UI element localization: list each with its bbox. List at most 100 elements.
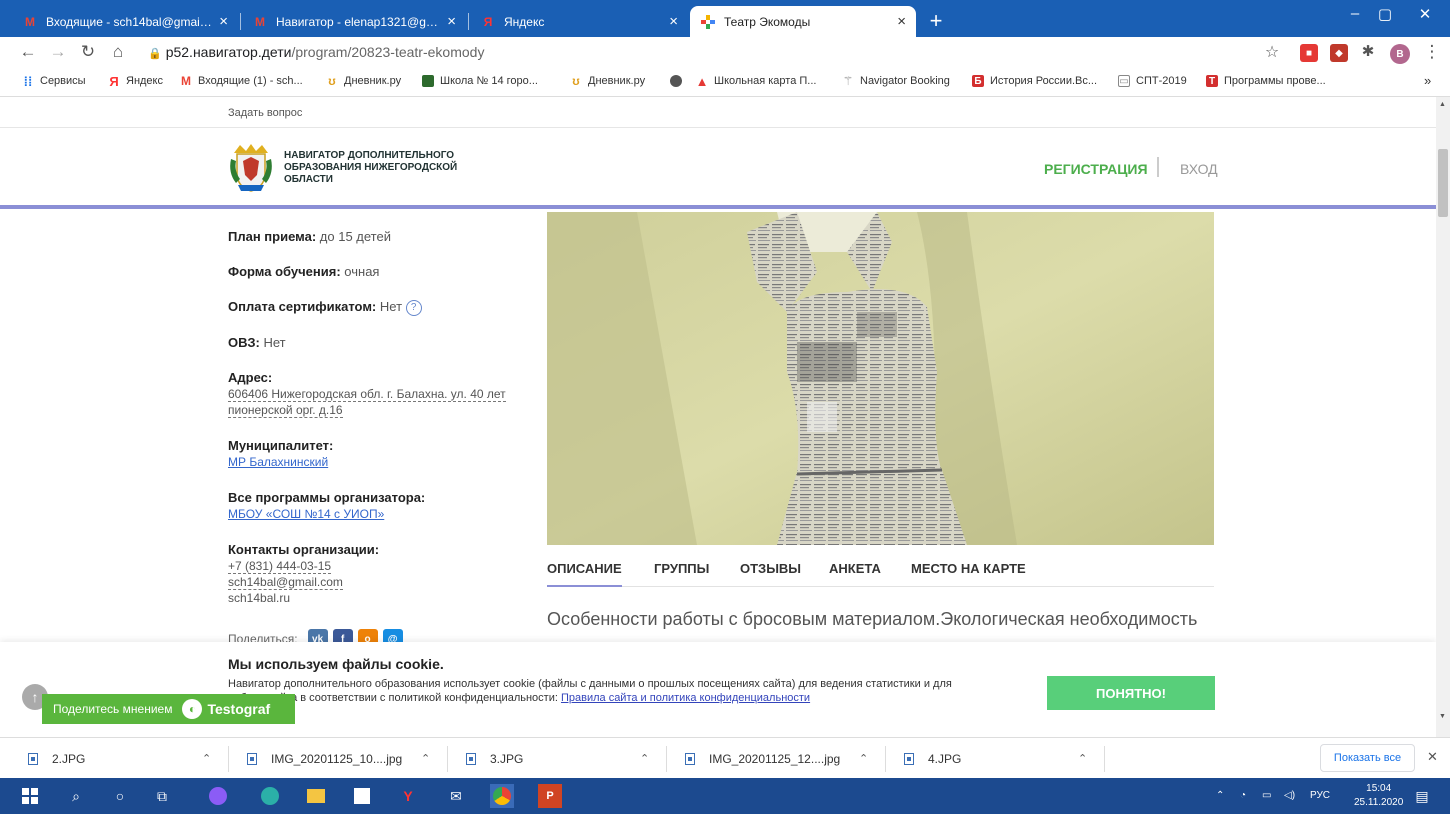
network-icon[interactable]: ◔ bbox=[1240, 790, 1246, 801]
region-emblem-logo[interactable] bbox=[228, 143, 274, 193]
website-text[interactable]: sch14bal.ru bbox=[228, 591, 290, 605]
yandex-browser-icon[interactable]: Y bbox=[396, 784, 420, 808]
ask-question-link[interactable]: Задать вопрос bbox=[228, 107, 302, 119]
chevron-up-icon[interactable]: ⌃ bbox=[859, 752, 868, 765]
bookmark-dnevnik-1[interactable]: ʊ Дневник.ру bbox=[326, 74, 401, 88]
download-item[interactable]: IMG_20201125_10....jpg ⌃ bbox=[247, 738, 430, 779]
program-photo bbox=[547, 212, 1214, 545]
scrollbar-thumb[interactable] bbox=[1438, 149, 1448, 217]
bookmark-history-russia[interactable]: Б История России.Вс... bbox=[972, 75, 1097, 87]
minimize-icon[interactable]: – bbox=[1340, 5, 1370, 22]
tab-teatr-ekomody[interactable]: Театр Экомоды × bbox=[690, 6, 916, 37]
scroll-up-arrow-icon[interactable]: ▲ bbox=[1439, 101, 1446, 108]
mail-icon[interactable]: ✉ bbox=[444, 784, 468, 808]
bookmark-navigator-booking[interactable]: ⚚ Navigator Booking bbox=[842, 74, 950, 88]
lock-icon: 🔒 bbox=[148, 48, 162, 60]
powerpoint-icon[interactable]: P bbox=[538, 784, 562, 808]
download-item[interactable]: 4.JPG ⌃ bbox=[904, 738, 1087, 779]
bookmark-spt-2019[interactable]: ▭ СПТ-2019 bbox=[1118, 75, 1187, 87]
bookmark-school-map[interactable]: ▲ Школьная карта П... bbox=[696, 74, 817, 89]
edge-icon[interactable] bbox=[258, 784, 282, 808]
gmail-icon: M bbox=[255, 14, 265, 29]
tray-expand-icon[interactable]: ⌃ bbox=[1216, 790, 1224, 801]
download-item[interactable]: IMG_20201125_12....jpg ⌃ bbox=[685, 738, 868, 779]
email-link[interactable]: sch14bal@gmail.com bbox=[228, 575, 343, 590]
privacy-policy-link[interactable]: Правила сайта и политика конфиденциально… bbox=[561, 692, 810, 704]
maximize-icon[interactable]: ▢ bbox=[1370, 5, 1400, 23]
download-item[interactable]: 3.JPG ⌃ bbox=[466, 738, 649, 779]
chevron-up-icon[interactable]: ⌃ bbox=[1078, 752, 1087, 765]
chevron-up-icon[interactable]: ⌃ bbox=[640, 752, 649, 765]
reload-icon[interactable]: ↻ bbox=[76, 42, 100, 62]
tab-form[interactable]: АНКЕТА bbox=[829, 561, 881, 576]
chevron-up-icon[interactable]: ⌃ bbox=[421, 752, 430, 765]
input-language[interactable]: РУС bbox=[1310, 790, 1330, 801]
forward-icon[interactable]: → bbox=[46, 42, 70, 62]
volume-icon[interactable]: ◁) bbox=[1284, 790, 1295, 801]
extension-red-icon[interactable]: ■ bbox=[1300, 44, 1318, 62]
menu-kebab-icon[interactable]: ⋮ bbox=[1420, 42, 1444, 62]
new-tab-button[interactable]: + bbox=[926, 8, 946, 34]
tab-yandex[interactable]: Я Яндекс × bbox=[470, 6, 688, 37]
tab-reviews[interactable]: ОТЗЫВЫ bbox=[740, 561, 801, 576]
bookmark-star-icon[interactable]: ☆ bbox=[1260, 42, 1284, 62]
municipality-link[interactable]: МР Балахнинский bbox=[228, 455, 328, 469]
battery-icon[interactable]: ▭ bbox=[1262, 790, 1271, 801]
bookmarks-bar: ⁞⁞ Сервисы Я Яндекс M Входящие (1) - sch...… bbox=[0, 69, 1450, 97]
organizer-link[interactable]: МБОУ «СОШ №14 с УИОП» bbox=[228, 507, 384, 521]
close-icon[interactable]: × bbox=[669, 13, 678, 30]
cortana-icon[interactable]: ○ bbox=[108, 784, 132, 808]
login-link[interactable]: ВХОД bbox=[1180, 161, 1218, 177]
register-link[interactable]: РЕГИСТРАЦИЯ bbox=[1044, 161, 1148, 177]
help-icon[interactable]: ? bbox=[405, 299, 422, 316]
tab-gmail-navigator[interactable]: M Навигатор - elenap1321@gmail. × bbox=[242, 6, 466, 37]
tab-gmail-inbox[interactable]: M Входящие - sch14bal@gmail.com × bbox=[12, 6, 238, 37]
bookmark-dnevnik-2[interactable]: ʊ Дневник.ру bbox=[570, 74, 645, 88]
download-item[interactable]: 2.JPG ⌃ bbox=[28, 738, 211, 779]
home-icon[interactable]: ⌂ bbox=[106, 42, 130, 62]
chevron-up-icon[interactable]: ⌃ bbox=[202, 752, 211, 765]
address-block: Адрес: 606406 Нижегородская обл. г. Бала… bbox=[228, 370, 506, 418]
phone-link[interactable]: +7 (831) 444-03-15 bbox=[228, 559, 332, 574]
feedback-button[interactable]: Поделитесь мнением ◐ Testograf bbox=[42, 694, 295, 724]
close-icon[interactable]: × bbox=[447, 13, 456, 30]
site-brand-name[interactable]: НАВИГАТОР ДОПОЛНИТЕЛЬНОГО ОБРАЗОВАНИЯ НИ… bbox=[284, 150, 484, 186]
window-close-icon[interactable]: ✕ bbox=[1410, 5, 1440, 23]
store-icon[interactable] bbox=[350, 784, 374, 808]
tab-description[interactable]: ОПИСАНИЕ bbox=[547, 561, 622, 587]
close-icon[interactable]: × bbox=[897, 13, 906, 30]
bookmarks-more[interactable]: » bbox=[1424, 73, 1431, 88]
bookmark-services[interactable]: ⁞⁞ Сервисы bbox=[22, 74, 86, 89]
contacts-block: Контакты организации: +7 (831) 444-03-15… bbox=[228, 542, 380, 605]
task-view-icon[interactable]: ⧉ bbox=[150, 784, 174, 808]
system-clock[interactable]: 15:04 25.11.2020 bbox=[1354, 782, 1403, 810]
bookmark-school-14[interactable]: Школа № 14 горо... bbox=[422, 75, 538, 87]
notifications-icon[interactable]: ▤ bbox=[1410, 784, 1434, 808]
spt-icon: ▭ bbox=[1118, 75, 1130, 87]
close-icon[interactable]: × bbox=[219, 13, 228, 30]
windows-start-icon[interactable] bbox=[18, 784, 42, 808]
bookmark-gmail-inbox[interactable]: M Входящие (1) - sch... bbox=[180, 74, 303, 88]
search-icon[interactable]: ⌕ bbox=[64, 784, 88, 808]
bookmark-yandex[interactable]: Я Яндекс bbox=[108, 74, 163, 89]
address-link[interactable]: 606406 Нижегородская обл. г. Балахна. ул… bbox=[228, 387, 506, 418]
show-all-downloads-button[interactable]: Показать все bbox=[1320, 744, 1415, 772]
address-bar[interactable]: 🔒 p52.навигатор.дети/program/20823-teatr-… bbox=[148, 44, 484, 60]
close-icon[interactable]: ✕ bbox=[1427, 749, 1438, 765]
bookmark-programs[interactable]: Т Программы прове... bbox=[1206, 75, 1326, 87]
back-icon[interactable]: ← bbox=[16, 42, 40, 62]
scroll-down-arrow-icon[interactable]: ▼ bbox=[1439, 713, 1446, 720]
file-explorer-icon[interactable] bbox=[304, 784, 328, 808]
tab-groups[interactable]: ГРУППЫ bbox=[654, 561, 709, 576]
extension-shield-icon[interactable]: ◆ bbox=[1330, 44, 1348, 62]
cookie-accept-button[interactable]: ПОНЯТНО! bbox=[1047, 676, 1215, 710]
site-icon bbox=[700, 14, 716, 30]
app-purple-icon[interactable] bbox=[206, 784, 230, 808]
image-file-icon bbox=[28, 752, 38, 765]
profile-avatar[interactable]: В bbox=[1390, 44, 1410, 64]
page-scrollbar[interactable]: ▲ ▼ bbox=[1436, 97, 1450, 737]
tab-map[interactable]: МЕСТО НА КАРТЕ bbox=[911, 561, 1026, 576]
extensions-puzzle-icon[interactable]: ✱ bbox=[1356, 42, 1380, 60]
bookmark-globe[interactable] bbox=[670, 75, 688, 87]
chrome-icon[interactable] bbox=[490, 784, 514, 808]
